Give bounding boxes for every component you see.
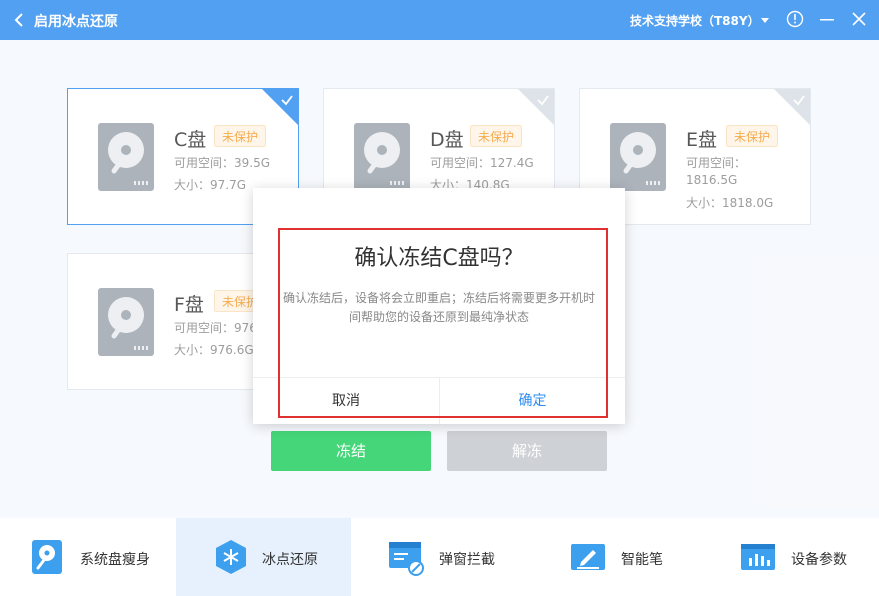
nav-item-smart-pen[interactable]: 智能笔 (527, 518, 703, 596)
nav-label: 系统盘瘦身 (80, 552, 150, 568)
device-params-icon (741, 544, 775, 570)
nav-item-freeze-restore[interactable]: 冰点还原 (176, 518, 351, 596)
nav-item-device-params[interactable]: 设备参数 (703, 518, 879, 596)
highlight-box (278, 228, 608, 418)
nav-item-disk-slim[interactable]: 系统盘瘦身 (0, 518, 176, 596)
nav-item-popup-block[interactable]: 弹窗拦截 (351, 518, 527, 596)
nav-label: 设备参数 (791, 552, 847, 568)
popup-block-icon (389, 542, 424, 576)
snowflake-shield-icon (216, 540, 246, 574)
smart-pen-icon (571, 544, 605, 570)
disk-slim-icon (32, 540, 62, 574)
bottom-nav: 系统盘瘦身 冰点还原 弹窗拦截 智能笔 设备参数 (0, 518, 879, 596)
nav-label: 冰点还原 (262, 552, 318, 568)
nav-label: 智能笔 (621, 552, 663, 568)
nav-label: 弹窗拦截 (439, 552, 495, 568)
